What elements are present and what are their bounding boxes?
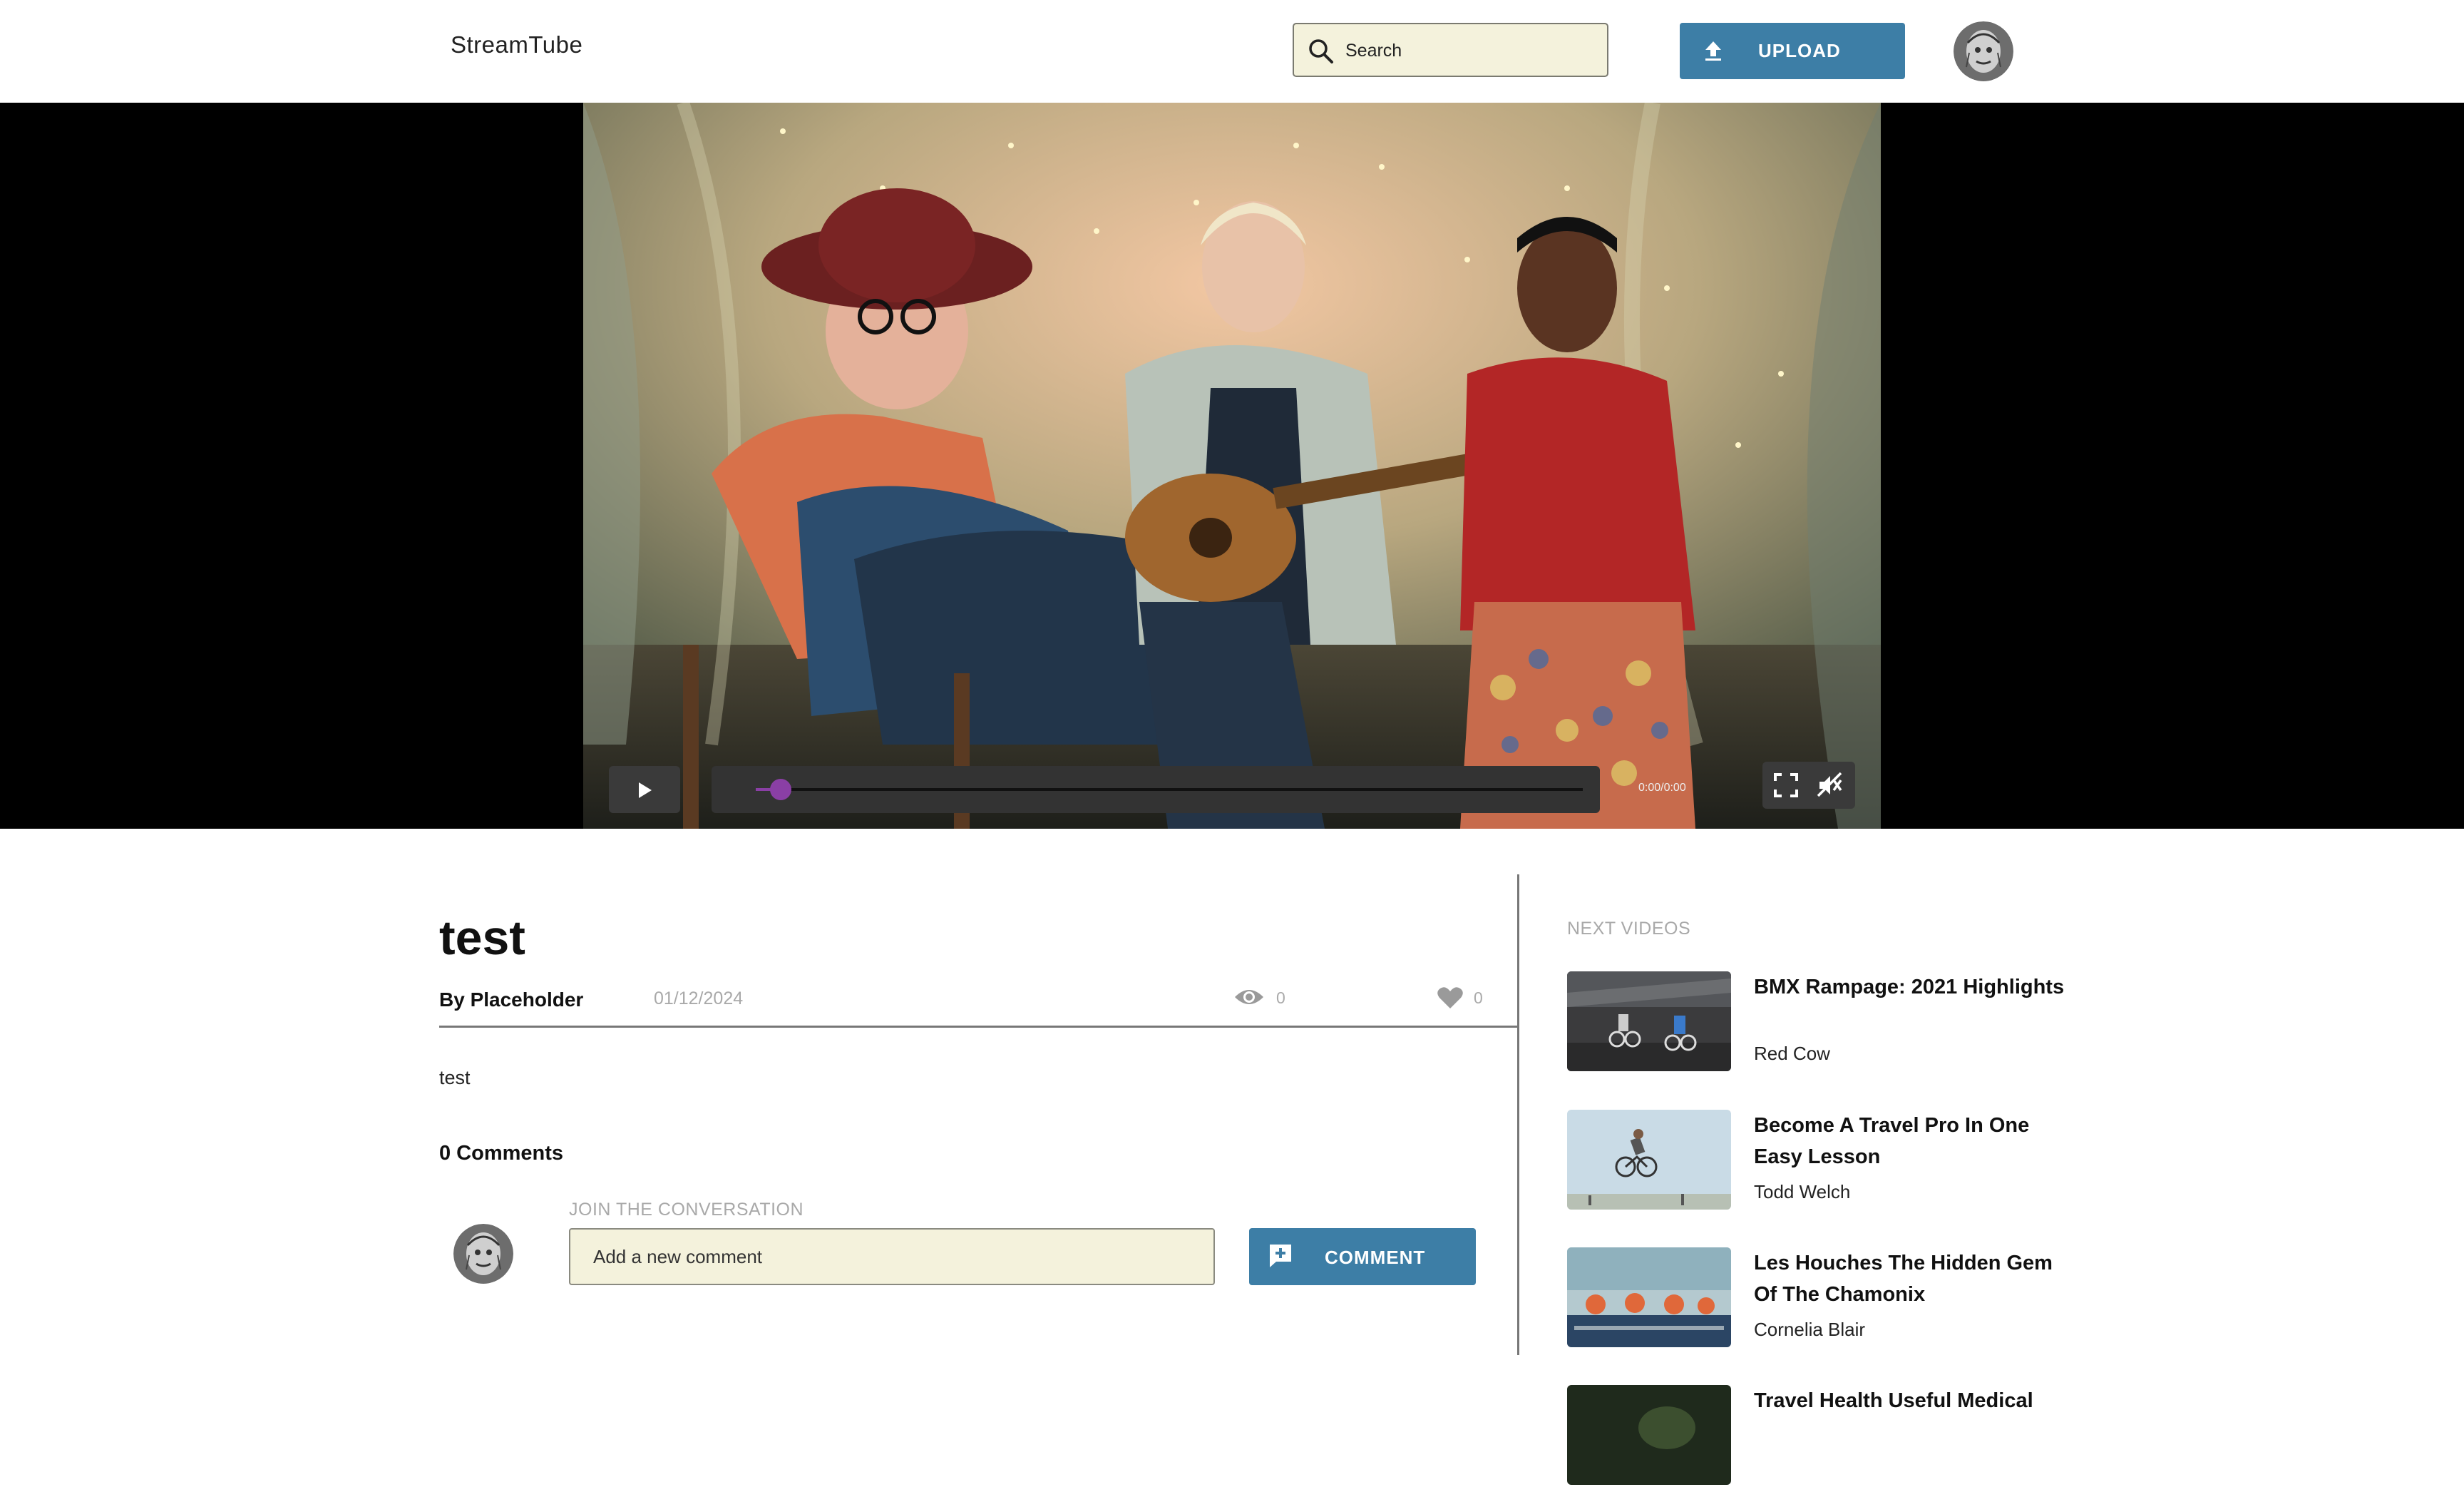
search-icon	[1309, 39, 1333, 63]
progress-bar[interactable]: 0:00/0:00	[712, 766, 1686, 813]
video-author[interactable]: By Placeholder	[439, 988, 583, 1011]
upload-button[interactable]: UPLOAD	[1680, 23, 1905, 79]
progress-scrubber[interactable]	[769, 779, 791, 800]
comment-button-label: COMMENT	[1325, 1247, 1426, 1268]
next-video-item[interactable]: BMX Rampage: 2021 Highlights Red Cow	[1567, 971, 2137, 1078]
thumbnail-image	[1567, 1385, 1731, 1485]
avatar-sketch-icon	[453, 1224, 513, 1284]
next-video-title[interactable]: Travel Health Useful Medical	[1754, 1385, 2068, 1416]
sidebar-divider	[1517, 874, 1519, 1355]
video-thumbnail[interactable]	[1567, 1385, 1731, 1485]
video-title: test	[439, 911, 525, 965]
video-thumbnail[interactable]	[1567, 1247, 1731, 1347]
upload-label: UPLOAD	[1758, 40, 1841, 61]
next-video-title[interactable]: BMX Rampage: 2021 Highlights	[1754, 971, 2068, 1003]
next-video-title[interactable]: Les Houches The Hidden Gem Of The Chamon…	[1754, 1247, 2068, 1310]
top-header: StreamTube UPLOAD	[0, 0, 2464, 103]
join-conversation-label: JOIN THE CONVERSATION	[569, 1200, 804, 1220]
video-date: 01/12/2024	[654, 988, 744, 1008]
next-video-item[interactable]: Become A Travel Pro In One Easy Lesson T…	[1567, 1110, 2137, 1217]
video-thumbnail[interactable]	[1567, 971, 1731, 1071]
likes-value: 0	[1474, 988, 1483, 1007]
title-divider	[439, 1026, 1518, 1028]
fullscreen-icon[interactable]	[1772, 772, 1800, 799]
eye-icon	[1235, 990, 1263, 1004]
comments-count: 0 Comments	[439, 1142, 564, 1165]
upload-arrow-icon	[1705, 41, 1721, 61]
video-frame[interactable]: 0:00/0:00	[583, 103, 1881, 829]
view-count: 0	[1233, 986, 1290, 1014]
player-extra-controls	[1762, 762, 1855, 809]
video-description: test	[439, 1067, 471, 1088]
next-video-author: Red Cow	[1754, 1043, 1830, 1064]
search-box[interactable]	[1293, 23, 1608, 77]
like-count[interactable]: 0	[1437, 986, 1494, 1014]
next-videos-heading: NEXT VIDEOS	[1567, 919, 1691, 939]
user-avatar[interactable]	[1954, 21, 2013, 81]
thumbnail-image	[1567, 971, 1731, 1071]
commenter-avatar	[453, 1224, 513, 1284]
player-controls: 0:00/0:00	[583, 103, 1881, 829]
video-player: 0:00/0:00	[0, 103, 2464, 829]
next-video-item[interactable]: Les Houches The Hidden Gem Of The Chamon…	[1567, 1247, 2137, 1354]
next-video-author: Cornelia Blair	[1754, 1319, 1866, 1340]
heart-icon[interactable]	[1437, 986, 1464, 1010]
progress-track	[756, 788, 1583, 791]
views-value: 0	[1276, 988, 1285, 1007]
comment-input[interactable]	[569, 1228, 1215, 1285]
next-video-author: Todd Welch	[1754, 1181, 1851, 1202]
next-video-title[interactable]: Become A Travel Pro In One Easy Lesson	[1754, 1110, 2068, 1172]
video-thumbnail[interactable]	[1567, 1110, 1731, 1210]
avatar-sketch-icon	[1954, 21, 2013, 81]
search-input[interactable]	[1344, 24, 1603, 77]
thumbnail-image	[1567, 1110, 1731, 1210]
time-display: 0:00/0:00	[1638, 782, 1686, 794]
app-logo[interactable]: StreamTube	[451, 31, 582, 58]
thumbnail-image	[1567, 1247, 1731, 1347]
comment-button[interactable]: COMMENT	[1249, 1228, 1476, 1285]
play-button[interactable]	[609, 766, 680, 813]
play-icon	[639, 782, 652, 798]
next-video-item[interactable]: Travel Health Useful Medical	[1567, 1385, 2137, 1492]
volume-muted-icon[interactable]	[1817, 772, 1844, 799]
add-comment-icon	[1270, 1245, 1291, 1267]
